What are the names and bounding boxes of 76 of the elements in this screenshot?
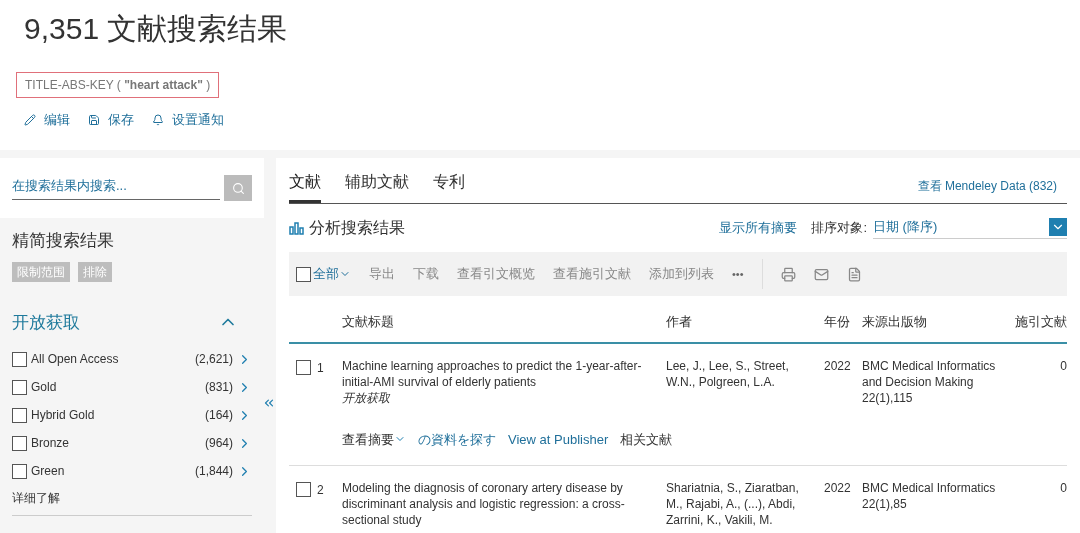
- bar-chart-icon: [289, 221, 305, 235]
- resource-link[interactable]: の資料を探す: [418, 429, 496, 449]
- facet-label: Hybrid Gold: [31, 407, 96, 424]
- analyze-link[interactable]: 分析搜索结果: [309, 216, 405, 240]
- sort-dropdown[interactable]: 日期 (降序): [873, 216, 1067, 240]
- query-box: TITLE-ABS-KEY ( "heart attack" ): [16, 72, 220, 98]
- facet-heading: 开放获取: [12, 311, 80, 334]
- sort-label: 排序对象:: [811, 219, 867, 238]
- facet-count: (164): [205, 407, 233, 424]
- facet-count: (1,844): [194, 463, 233, 480]
- checkbox[interactable]: [12, 379, 27, 395]
- source-volume: 22(1),115: [862, 389, 914, 406]
- collapse-sidebar-icon[interactable]: [262, 396, 276, 410]
- document-title-link[interactable]: Modeling the diagnosis of coronary artery disease by discriminant analysis and logistic regression: a cross-sectional study: [342, 480, 648, 528]
- print-icon[interactable]: [780, 266, 796, 282]
- facet-label: Gold: [31, 379, 58, 396]
- tab[interactable]: 辅助文献: [345, 170, 409, 203]
- toolbar-button[interactable]: 查看施引文献: [553, 264, 631, 284]
- citation-count: 0: [1059, 480, 1067, 497]
- facet-label: Bronze: [31, 435, 71, 452]
- facet-label: Green: [31, 463, 66, 480]
- checkbox[interactable]: [296, 359, 311, 375]
- toolbar-button[interactable]: 下载: [413, 264, 439, 284]
- mail-icon[interactable]: [813, 266, 829, 282]
- column-header[interactable]: 施引文献: [1002, 312, 1067, 332]
- checkbox[interactable]: [296, 482, 311, 497]
- column-header[interactable]: 作者: [666, 312, 824, 332]
- results-title: 9,351 文献搜索结果: [24, 11, 289, 47]
- alert-link[interactable]: 设置通知: [152, 110, 224, 130]
- citation-count: 0: [1059, 357, 1067, 375]
- tab[interactable]: 专利: [433, 170, 465, 203]
- search-field[interactable]: 在搜索结果内搜索...: [12, 176, 220, 200]
- source-title: BMC Medical Informatics: [862, 480, 997, 496]
- document-title-link[interactable]: Machine learning approaches to predict the 1-year-after-initial-AMI survival of elderly patients: [342, 357, 648, 390]
- row-number: 2: [317, 482, 324, 498]
- checkbox[interactable]: [12, 463, 27, 479]
- show-abstracts-link[interactable]: 显示所有摘要: [719, 218, 798, 238]
- toolbar-button[interactable]: 查看引文概览: [457, 264, 535, 284]
- abstract-toggle[interactable]: 查看摘要: [342, 429, 406, 449]
- authors-cell-text: Shariatnia, S., Ziaratban, M., Rajabi, A., (...), Abdi, Zarrini, K., Vakili, M.: [666, 480, 800, 528]
- mendeley-link[interactable]: 查看 Mendeley Data (832): [917, 177, 1057, 203]
- edit-link[interactable]: 编辑: [24, 110, 70, 130]
- column-header[interactable]: 文献标题: [342, 312, 666, 332]
- resource-link[interactable]: View at Publisher: [508, 429, 609, 449]
- checkbox[interactable]: [12, 407, 27, 423]
- document-icon[interactable]: [846, 266, 862, 282]
- checkbox[interactable]: [296, 266, 311, 282]
- checkbox[interactable]: [12, 351, 27, 367]
- year-cell-text: 2022: [824, 480, 852, 497]
- column-header[interactable]: 年份: [824, 312, 862, 332]
- authors-cell-text: Lee, J., Lee, S., Street, W.N., Polgreen, L.A.: [666, 357, 790, 391]
- source-volume: 22(1),85: [862, 496, 908, 512]
- save-icon: [88, 113, 100, 126]
- toolbar-button[interactable]: 添加到列表: [649, 264, 714, 284]
- tab[interactable]: 文献: [289, 170, 321, 203]
- learn-more-link[interactable]: 详细了解: [12, 489, 252, 516]
- select-all-button[interactable]: 全部: [313, 264, 351, 284]
- alert-icon: [152, 113, 164, 126]
- column-header[interactable]: 来源出版物: [862, 312, 1002, 332]
- search-bar[interactable]: 在搜索结果内搜索...: [0, 158, 264, 218]
- save-link[interactable]: 保存: [88, 110, 134, 130]
- facet-label: All Open Access: [31, 351, 120, 368]
- edit-icon: [24, 113, 36, 126]
- facet-count: (831): [205, 379, 233, 396]
- row-number: 1: [317, 359, 324, 376]
- refine-heading: 精简搜索结果: [12, 230, 115, 252]
- search-icon: [231, 181, 245, 195]
- year-cell-text: 2022: [824, 357, 852, 375]
- checkbox[interactable]: [12, 435, 27, 451]
- open-access-label: 开放获取: [342, 389, 391, 406]
- related-documents-link[interactable]: 相关文献: [620, 429, 673, 449]
- toolbar-button[interactable]: 导出: [369, 264, 395, 284]
- more-button[interactable]: •••: [732, 265, 744, 283]
- facet-count: (964): [205, 435, 233, 452]
- facet-count: (2,621): [194, 351, 233, 368]
- source-title: BMC Medical Informatics and Decision Making: [862, 357, 997, 390]
